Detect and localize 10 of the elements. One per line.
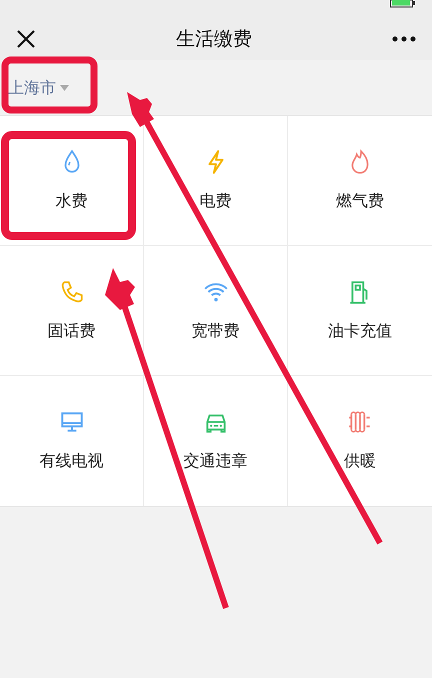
service-tile[interactable]: 电费	[144, 116, 288, 246]
page-title: 生活缴费	[176, 26, 252, 52]
close-icon[interactable]	[16, 29, 36, 49]
radiator-icon	[347, 409, 373, 435]
battery-icon	[390, 0, 416, 8]
more-icon[interactable]	[392, 36, 416, 42]
service-tile[interactable]: 宽带费	[144, 246, 288, 376]
service-tile[interactable]: 固话费	[0, 246, 144, 376]
city-selector[interactable]: 上海市	[8, 76, 69, 100]
dropdown-icon	[60, 84, 69, 90]
